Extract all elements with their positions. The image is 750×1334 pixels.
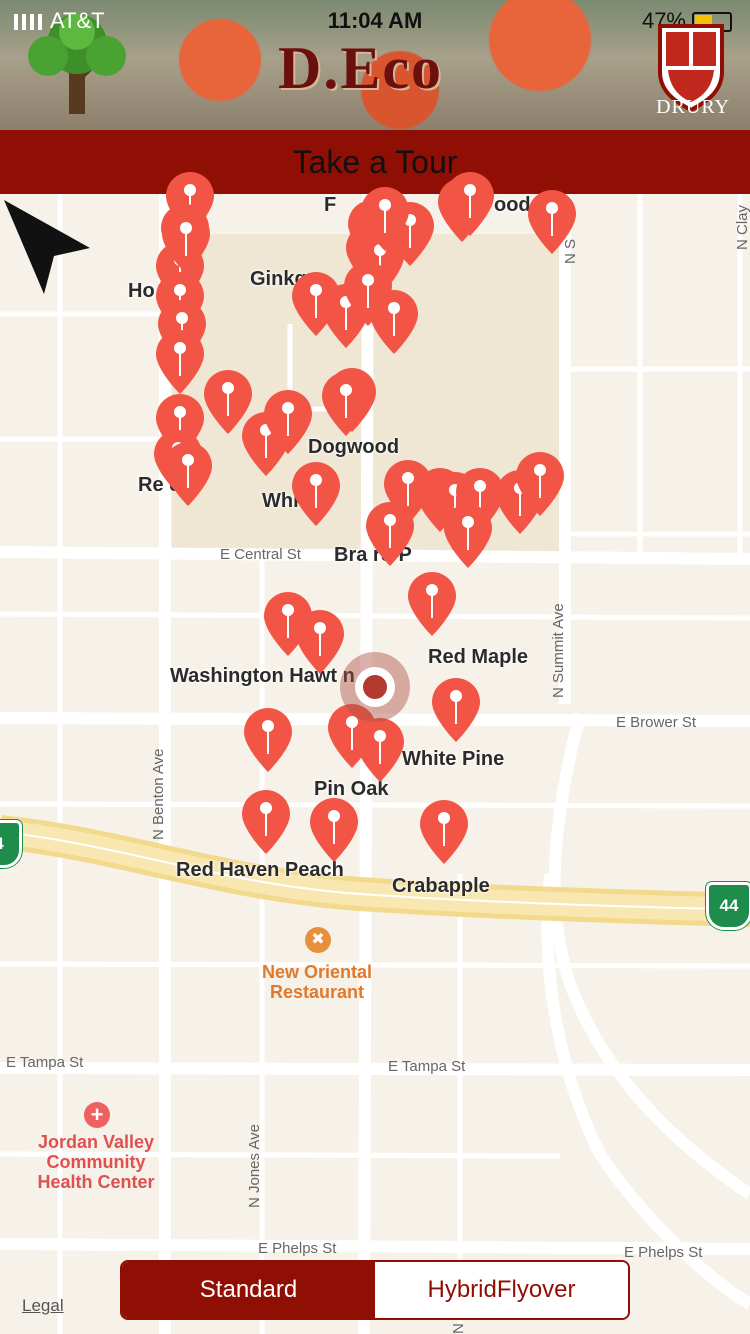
poi-health-name-1: Jordan Valley — [37, 1132, 155, 1152]
poi-health-center[interactable]: Jordan Valley Community Health Center — [10, 1132, 182, 1192]
road-label-phelps-right: E Phelps St — [624, 1244, 703, 1261]
tree-label-red-maple: Red Maple — [428, 646, 529, 668]
map-pin-icon[interactable] — [512, 450, 568, 518]
map-pin-icon[interactable] — [340, 260, 396, 328]
map-pin-icon[interactable] — [440, 502, 496, 570]
map-pin-icon[interactable] — [292, 608, 348, 676]
status-time: 11:04 AM — [327, 8, 423, 33]
map-pin-icon[interactable] — [524, 188, 580, 256]
tree-label-top-f: F — [324, 194, 337, 216]
map-pin-icon[interactable] — [160, 440, 216, 508]
app-header: AT&T 11:04 AM 47% D.Eco DRURY — [0, 0, 750, 130]
road-label-benton: N Benton Ave — [150, 748, 167, 840]
map-pin-icon[interactable] — [288, 460, 344, 528]
map-pin-icon[interactable] — [442, 170, 498, 238]
road-label-phelps-left: E Phelps St — [258, 1240, 337, 1257]
road-label-central: E Central St — [220, 546, 301, 563]
segment-hybrid-flyover[interactable]: HybridFlyover — [375, 1262, 628, 1318]
poi-health-name-2: Community — [46, 1152, 146, 1172]
highway-shield-icon: 44 — [706, 882, 750, 930]
map-pin-icon[interactable] — [260, 388, 316, 456]
map-pin-icon[interactable] — [362, 500, 418, 568]
road-label-tampa-right: E Tampa St — [388, 1058, 466, 1075]
arrow-cursor-icon — [4, 200, 90, 294]
poi-health-name-3: Health Center — [37, 1172, 155, 1192]
plus-icon[interactable]: + — [84, 1102, 110, 1128]
map-view[interactable]: E Central St E Brower St N Benton Ave N … — [0, 172, 750, 1334]
map-pin-icon[interactable] — [306, 796, 362, 864]
tree-label-white-pine: White Pine — [402, 748, 505, 770]
segment-standard[interactable]: Standard — [122, 1262, 375, 1318]
poi-restaurant[interactable]: New Oriental Restaurant — [242, 962, 392, 1002]
road-label-brower: E Brower St — [616, 714, 697, 731]
road-label-tampa-left: E Tampa St — [6, 1054, 84, 1071]
status-bar: AT&T 11:04 AM 47% — [0, 6, 750, 36]
app-title: D.Eco — [278, 35, 443, 101]
map-pin-icon[interactable] — [352, 716, 408, 784]
user-location-icon — [340, 652, 410, 722]
map-pin-icon[interactable] — [318, 370, 374, 438]
map-type-segmented-control[interactable]: Standard HybridFlyover — [120, 1260, 630, 1320]
map-pin-icon[interactable] — [238, 788, 294, 856]
legal-link[interactable]: Legal — [22, 1296, 64, 1316]
road-label-summit: N Summit Ave — [550, 603, 567, 698]
map-pin-icon[interactable] — [240, 706, 296, 774]
map-pin-icon[interactable] — [357, 185, 413, 253]
poi-restaurant-name-1: New Oriental — [261, 962, 373, 982]
fork-knife-icon[interactable]: ✖ — [305, 927, 331, 953]
map-pin-icon[interactable] — [428, 676, 484, 744]
drury-wordmark: DRURY — [656, 96, 730, 118]
poi-restaurant-name-2: Restaurant — [269, 982, 365, 1002]
map-pin-icon[interactable] — [404, 570, 460, 638]
tree-label-crabapple: Crabapple — [392, 875, 490, 897]
tree-label-dogwood: Dogwood — [308, 436, 400, 458]
road-label-jones: N Jones Ave — [246, 1124, 263, 1208]
map-pin-icon[interactable] — [416, 798, 472, 866]
map-pin-icon[interactable] — [158, 208, 214, 276]
road-label-clay: N Clay — [734, 204, 750, 250]
